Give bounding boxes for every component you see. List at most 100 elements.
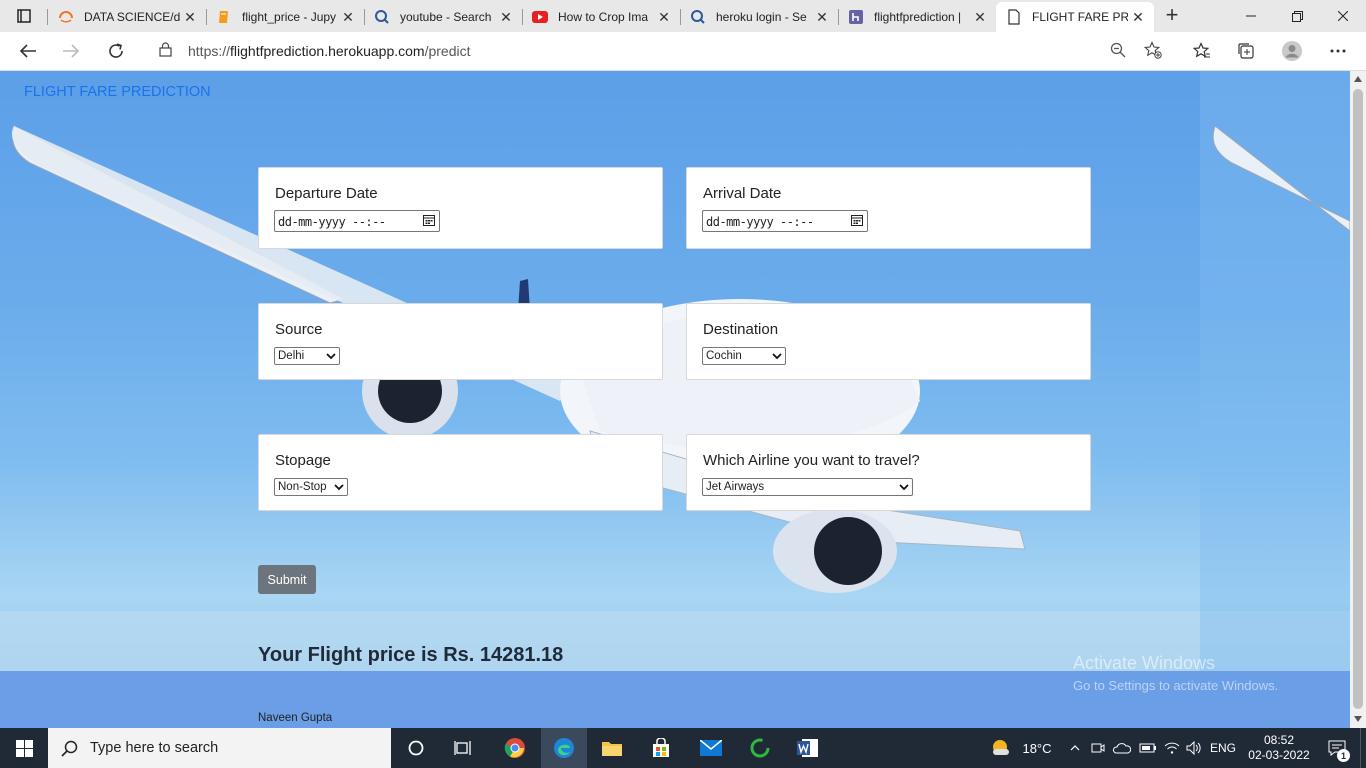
cortana-icon[interactable]	[398, 728, 434, 768]
battery-icon[interactable]	[1138, 728, 1158, 768]
minimize-icon[interactable]	[1228, 0, 1274, 32]
search-icon	[690, 9, 706, 25]
mail-icon[interactable]	[693, 728, 729, 768]
close-icon[interactable]: ✕	[970, 9, 990, 26]
departure-placeholder: dd-mm-yyyy --:--	[278, 215, 386, 229]
onedrive-icon[interactable]	[1112, 728, 1132, 768]
zoom-icon[interactable]	[1110, 42, 1126, 63]
more-menu-icon[interactable]	[1323, 36, 1353, 66]
destination-select[interactable]: Cochin	[702, 347, 786, 365]
store-icon[interactable]	[643, 728, 679, 768]
submit-button[interactable]: Submit	[258, 565, 316, 594]
lock-icon[interactable]	[159, 42, 172, 62]
wifi-icon[interactable]	[1162, 728, 1182, 768]
add-favorite-icon[interactable]	[1143, 41, 1162, 64]
close-icon[interactable]: ✕	[496, 9, 516, 26]
browser-toolbar: https://flightfprediction.herokuapp.com/…	[0, 32, 1366, 71]
source-label: Source	[275, 321, 323, 338]
stopage-select[interactable]: Non-Stop	[274, 478, 348, 496]
airline-select[interactable]: Jet Airways	[702, 478, 913, 496]
taskbar-search-box[interactable]: Type here to search	[48, 728, 391, 768]
notebook-icon	[216, 9, 232, 25]
airline-selected-value: Jet Airways	[706, 481, 765, 493]
address-bar[interactable]: https://flightfprediction.herokuapp.com/…	[144, 35, 1174, 66]
page-icon	[1006, 9, 1022, 25]
browser-tab-2[interactable]: youtube - Search ✕	[364, 2, 522, 32]
chrome-icon[interactable]	[497, 728, 533, 768]
word-icon[interactable]	[790, 728, 826, 768]
xbox-app-icon[interactable]	[742, 728, 778, 768]
back-arrow-icon[interactable]	[13, 36, 43, 66]
browser-tab-1[interactable]: flight_price - Jupy ✕	[206, 2, 364, 32]
tab-title: heroku login - Se	[716, 10, 807, 24]
close-icon[interactable]: ✕	[180, 9, 200, 26]
tab-title: youtube - Search	[400, 10, 492, 24]
close-icon[interactable]: ✕	[812, 9, 832, 26]
destination-selected-value: Cochin	[706, 350, 742, 362]
watermark-title: Activate Windows	[1073, 653, 1216, 673]
browser-tab-5[interactable]: flightfprediction | ✕	[838, 2, 996, 32]
search-placeholder: Type here to search	[90, 740, 219, 756]
browser-tab-4[interactable]: heroku login - Se ✕	[680, 2, 838, 32]
stopage-card: Stopage Non-Stop	[258, 434, 663, 511]
departure-date-input[interactable]: dd-mm-yyyy --:--	[274, 210, 440, 232]
close-icon[interactable]: ✕	[338, 9, 358, 26]
chevron-down-icon	[326, 351, 336, 363]
windows-start-icon[interactable]	[0, 728, 48, 768]
search-icon	[61, 740, 78, 757]
scroll-down-icon[interactable]	[1354, 716, 1362, 722]
edge-icon[interactable]	[541, 728, 587, 768]
scroll-up-icon[interactable]	[1354, 76, 1362, 82]
url-text[interactable]: https://flightfprediction.herokuapp.com/…	[188, 43, 471, 59]
clock-date: 02-03-2022	[1248, 748, 1310, 762]
destination-label: Destination	[703, 321, 779, 338]
file-explorer-icon[interactable]	[594, 728, 630, 768]
source-select[interactable]: Delhi	[274, 347, 340, 365]
source-selected-value: Delhi	[278, 350, 305, 362]
activate-windows-watermark: Activate Windows Go to Settings to activ…	[1073, 653, 1278, 693]
departure-label: Departure Date	[275, 185, 378, 202]
profile-avatar-icon[interactable]	[1277, 36, 1307, 66]
new-tab-icon[interactable]: +	[1160, 4, 1184, 28]
browser-tab-3[interactable]: How to Crop Ima ✕	[522, 2, 680, 32]
clock[interactable]: 08:52 02-03-2022	[1244, 728, 1314, 768]
notification-count-badge: 1	[1337, 749, 1350, 762]
favorites-icon[interactable]	[1187, 36, 1217, 66]
search-icon	[374, 9, 390, 25]
restore-icon[interactable]	[1274, 0, 1320, 32]
window-close-icon[interactable]	[1320, 0, 1366, 32]
tab-title: FLIGHT FARE PRE	[1032, 10, 1128, 24]
refresh-icon[interactable]	[101, 36, 131, 66]
airline-label: Which Airline you want to travel?	[703, 452, 920, 469]
weather-icon[interactable]	[990, 728, 1014, 768]
chevron-up-icon[interactable]	[1067, 728, 1083, 768]
volume-icon[interactable]	[1184, 728, 1204, 768]
language-indicator[interactable]: ENG	[1208, 728, 1238, 768]
heroku-icon	[848, 9, 864, 25]
weather-temperature[interactable]: 18°C	[1020, 728, 1054, 768]
task-view-icon[interactable]	[445, 728, 481, 768]
footer-author: Naveen Gupta	[258, 712, 333, 724]
tab-title: flightfprediction |	[874, 10, 962, 24]
arrival-label: Arrival Date	[703, 185, 782, 202]
meet-now-icon[interactable]	[1089, 728, 1107, 768]
close-icon[interactable]: ✕	[1128, 9, 1148, 26]
chevron-down-icon	[899, 482, 909, 494]
browser-tab-6-active[interactable]: FLIGHT FARE PRE ✕	[996, 2, 1154, 32]
scrollbar-thumb[interactable]	[1353, 89, 1363, 709]
collections-icon[interactable]	[1231, 36, 1261, 66]
forward-arrow-icon[interactable]	[56, 36, 86, 66]
browser-tab-0[interactable]: DATA SCIENCE/d ✕	[48, 2, 206, 32]
page-scrollbar[interactable]	[1350, 71, 1366, 728]
brand-title[interactable]: FLIGHT FARE PREDICTION	[24, 84, 211, 100]
youtube-icon	[532, 9, 548, 25]
notification-center-icon[interactable]: 1	[1322, 728, 1352, 768]
tab-actions-icon[interactable]	[8, 4, 40, 28]
chevron-down-icon	[772, 351, 782, 363]
arrival-date-input[interactable]: dd-mm-yyyy --:--	[702, 210, 868, 232]
prediction-result: Your Flight price is Rs. 14281.18	[258, 644, 564, 666]
calendar-icon[interactable]	[851, 214, 863, 229]
calendar-icon[interactable]	[423, 214, 435, 229]
close-icon[interactable]: ✕	[654, 9, 674, 26]
show-desktop-button[interactable]	[1360, 728, 1366, 768]
